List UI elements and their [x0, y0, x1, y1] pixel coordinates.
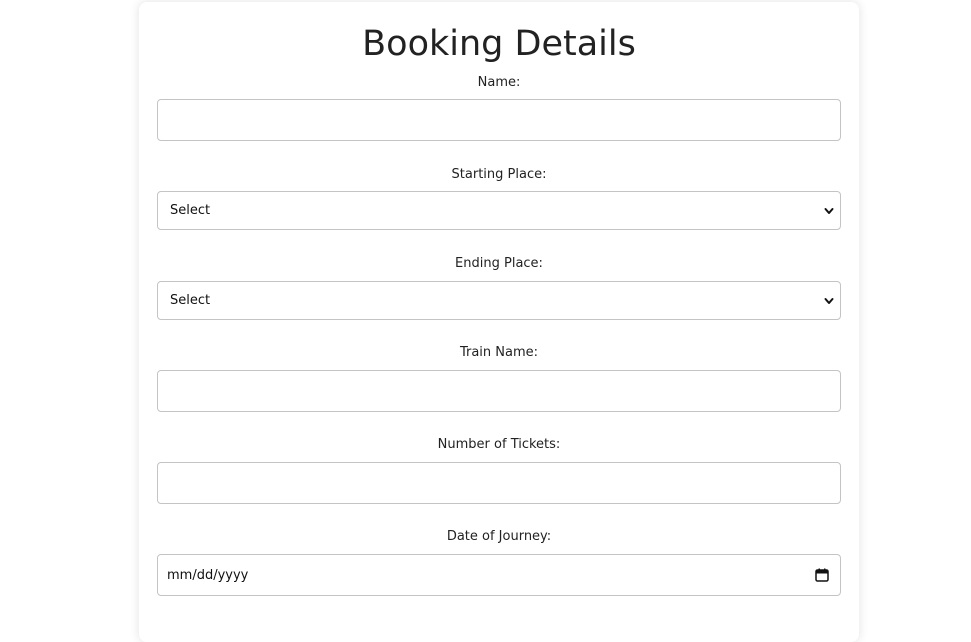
date-placeholder: mm/dd/yyyy: [167, 567, 249, 583]
train-name-input[interactable]: [157, 370, 841, 412]
ending-place-select[interactable]: Select: [157, 281, 841, 320]
calendar-icon[interactable]: [815, 568, 829, 582]
starting-place-select[interactable]: Select: [157, 191, 841, 230]
tickets-input[interactable]: [157, 462, 841, 504]
date-label: Date of Journey:: [446, 529, 552, 544]
starting-place-label: Starting Place:: [451, 167, 547, 182]
chevron-down-icon: [824, 207, 834, 214]
name-input[interactable]: [157, 99, 841, 141]
ending-place-label: Ending Place:: [455, 256, 543, 271]
booking-form-card: Booking Details Name: Starting Place: Se…: [139, 2, 859, 642]
chevron-down-icon: [824, 297, 834, 304]
date-input[interactable]: mm/dd/yyyy: [157, 554, 841, 596]
tickets-label: Number of Tickets:: [437, 437, 561, 452]
starting-place-selected-value: Select: [170, 203, 211, 218]
name-label: Name:: [477, 75, 521, 90]
train-name-label: Train Name:: [459, 345, 539, 360]
ending-place-selected-value: Select: [170, 293, 211, 308]
page-title: Booking Details: [362, 24, 636, 64]
